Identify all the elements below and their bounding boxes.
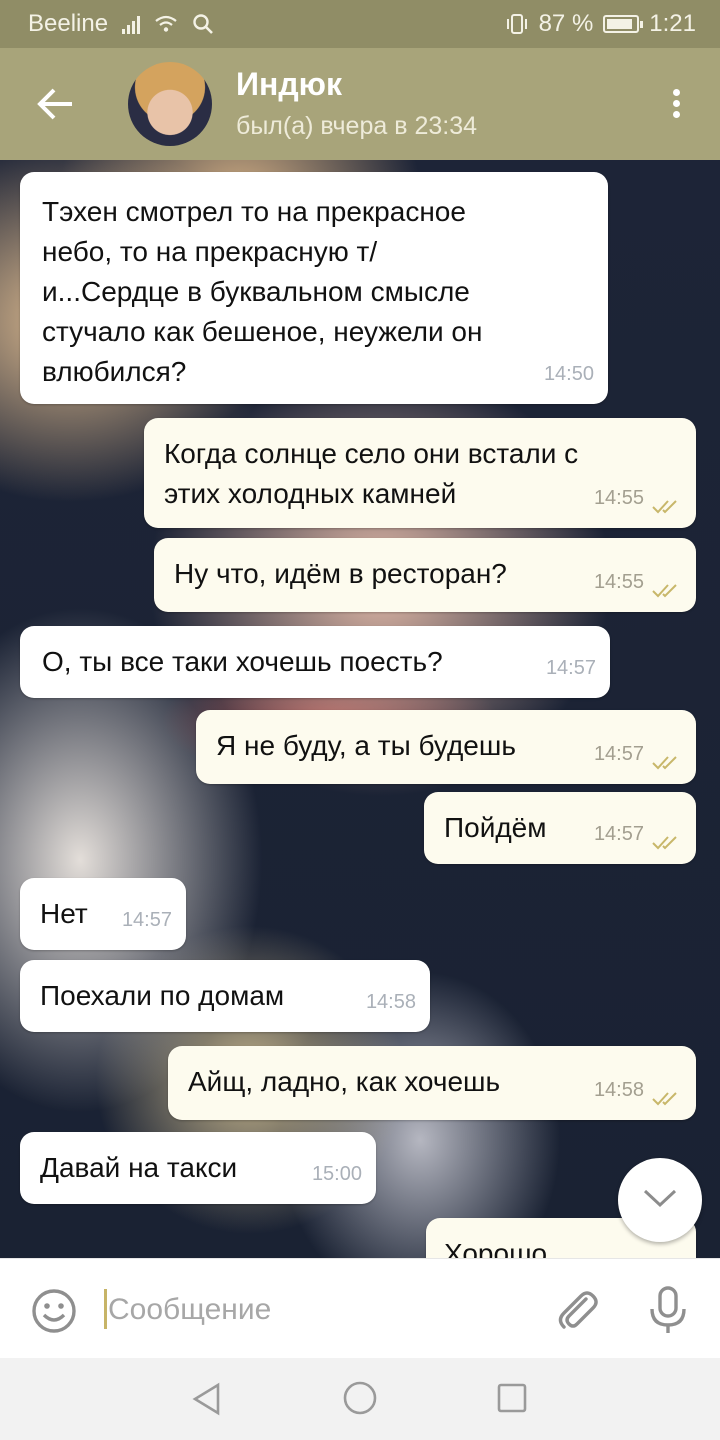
message-line: Тэхен смотрел то на прекрасное	[42, 196, 466, 227]
signal-icon	[122, 14, 141, 34]
message-time: 14:57	[545, 657, 596, 679]
message-text: Пойдём	[444, 812, 547, 843]
back-arrow-icon[interactable]	[34, 82, 78, 126]
message-text: Давай на такси	[40, 1152, 238, 1183]
clock: 1:21	[649, 10, 696, 37]
message-bubble-outgoing[interactable]: Пойдём 14:57	[424, 792, 696, 864]
message-composer	[0, 1258, 720, 1359]
scroll-down-button[interactable]	[618, 1158, 702, 1242]
message-line: и...Сердце в буквальном смысле	[42, 276, 470, 307]
message-text: Нет	[40, 898, 88, 929]
message-time: 14:55	[593, 487, 644, 509]
message-text: О, ты все таки хочешь поесть?	[42, 646, 443, 677]
more-vertical-icon[interactable]	[666, 86, 686, 126]
nav-recents-icon[interactable]	[496, 1382, 528, 1414]
double-check-icon	[652, 500, 677, 514]
message-time: 14:55	[593, 571, 644, 593]
message-bubble-outgoing[interactable]: Я не буду, а ты будешь 14:57	[196, 710, 696, 784]
message-text: Ну что, идём в ресторан?	[174, 558, 507, 589]
chevron-down-icon	[643, 1189, 677, 1208]
message-line: небо, то на прекрасную т/	[42, 236, 378, 267]
vibrate-icon	[506, 14, 527, 34]
message-time: 14:57	[593, 743, 644, 765]
message-time: 14:57	[121, 909, 172, 931]
message-bubble-outgoing[interactable]: Когда солнце село они встали с этих холо…	[144, 418, 696, 528]
message-line: влюбился?	[42, 356, 187, 387]
smiley-icon[interactable]	[30, 1287, 78, 1335]
contact-name[interactable]: Индюк	[236, 66, 342, 103]
double-check-icon	[652, 1092, 677, 1106]
system-navigation-bar	[0, 1358, 720, 1440]
wifi-icon	[155, 15, 177, 32]
message-time: 15:00	[311, 1163, 362, 1185]
message-time: 14:58	[593, 1079, 644, 1101]
message-bubble-incoming[interactable]: Тэхен смотрел то на прекрасное небо, то …	[20, 172, 608, 404]
message-bubble-outgoing[interactable]: Айщ, ладно, как хочешь 14:58	[168, 1046, 696, 1120]
message-line: стучало как бешеное, неужели он	[42, 316, 483, 347]
message-time: 14:50	[543, 363, 594, 385]
message-bubble-incoming[interactable]: Нет 14:57	[20, 878, 186, 950]
message-bubble-incoming[interactable]: Поехали по домам 14:58	[20, 960, 430, 1032]
message-text: Поехали по домам	[40, 980, 285, 1011]
message-line: Когда солнце село они встали с	[164, 438, 579, 469]
contact-avatar[interactable]	[128, 62, 212, 146]
message-bubble-outgoing[interactable]: Ну что, идём в ресторан? 14:55	[154, 538, 696, 612]
chat-header: Индюк был(а) вчера в 23:34	[0, 48, 720, 160]
double-check-icon	[652, 756, 677, 770]
battery-level-fill	[607, 19, 632, 29]
message-time: 14:58	[365, 991, 416, 1013]
message-bubble-incoming[interactable]: Давай на такси 15:00	[20, 1132, 376, 1204]
double-check-icon	[652, 584, 677, 598]
last-seen-status: был(а) вчера в 23:34	[236, 112, 478, 140]
message-input[interactable]	[106, 1283, 530, 1337]
double-check-icon	[652, 836, 677, 850]
message-time: 14:57	[593, 823, 644, 845]
search-icon	[193, 14, 213, 34]
nav-back-icon[interactable]	[190, 1382, 224, 1416]
message-bubble-incoming[interactable]: О, ты все таки хочешь поесть? 14:57	[20, 626, 610, 698]
status-bar: Beeline 87 % 1:21	[0, 0, 720, 48]
message-list: Тэхен смотрел то на прекрасное небо, то …	[0, 160, 720, 1258]
battery-percent: 87 %	[538, 10, 594, 37]
carrier-label: Beeline	[28, 10, 109, 37]
paperclip-icon[interactable]	[552, 1285, 600, 1333]
message-text: Я не буду, а ты будешь	[216, 730, 516, 761]
microphone-icon[interactable]	[646, 1285, 690, 1335]
message-text: Айщ, ладно, как хочешь	[188, 1066, 501, 1097]
battery-icon	[603, 15, 644, 33]
message-text: Хорошо	[444, 1238, 548, 1258]
nav-home-icon[interactable]	[342, 1380, 378, 1416]
